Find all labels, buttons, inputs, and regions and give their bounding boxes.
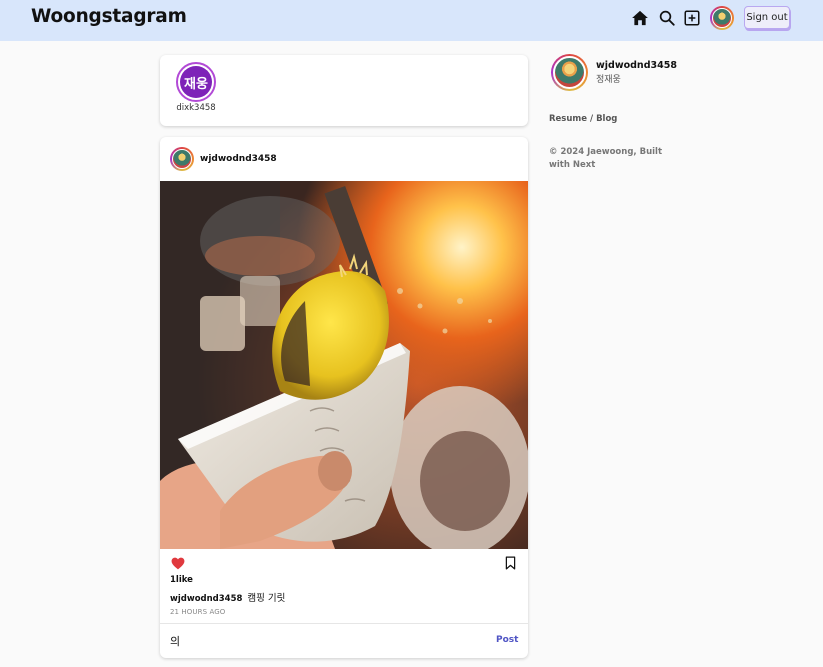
heart-icon[interactable] bbox=[171, 555, 185, 570]
avatar-image bbox=[553, 56, 586, 89]
plus-square-icon[interactable] bbox=[683, 9, 701, 27]
post-avatar[interactable] bbox=[170, 147, 194, 171]
sidebar-links: Resume / Blog bbox=[549, 114, 617, 124]
post-caption: wjdwodnd3458 캠핑 기릿 bbox=[170, 590, 285, 604]
story-username: dixk3458 bbox=[176, 103, 216, 113]
copyright-text: © 2024 Jaewoong, Built with Next bbox=[549, 147, 663, 170]
comment-form: Post bbox=[160, 623, 528, 658]
blog-link[interactable]: Blog bbox=[596, 114, 617, 124]
sidebar-real-name: 정재웅 bbox=[596, 75, 621, 85]
like-count: 1like bbox=[170, 575, 193, 585]
bookmark-icon[interactable] bbox=[505, 555, 516, 570]
resume-link[interactable]: Resume bbox=[549, 114, 587, 124]
app-logo[interactable]: Woongstagram bbox=[31, 6, 187, 27]
post-username[interactable]: wjdwodnd3458 bbox=[200, 154, 277, 164]
sidebar-username[interactable]: wjdwodnd3458 bbox=[596, 60, 677, 71]
avatar-image bbox=[712, 8, 732, 28]
top-header: Woongstagram Sign out bbox=[0, 0, 823, 41]
header-avatar[interactable] bbox=[710, 6, 734, 30]
post-comment-button[interactable]: Post bbox=[496, 635, 518, 645]
post-header: wjdwodnd3458 bbox=[170, 146, 277, 172]
avatar-image bbox=[172, 149, 192, 169]
story-avatar: 재웅 bbox=[180, 66, 212, 98]
sidebar-avatar[interactable] bbox=[551, 54, 588, 91]
search-icon[interactable] bbox=[658, 9, 676, 27]
post-card: wjdwodnd3458 1like wjdwodnd3458 캠핑 기릿 21… bbox=[160, 137, 528, 658]
post-image[interactable] bbox=[160, 181, 528, 549]
sign-out-button[interactable]: Sign out bbox=[744, 6, 790, 29]
comment-input[interactable] bbox=[170, 633, 490, 649]
caption-text: 캠핑 기릿 bbox=[247, 593, 286, 604]
story-ring: 재웅 bbox=[176, 62, 216, 102]
stories-card: 재웅 dixk3458 bbox=[160, 55, 528, 126]
link-separator: / bbox=[587, 114, 597, 124]
story-item[interactable]: 재웅 dixk3458 bbox=[175, 62, 217, 113]
sidebar-profile-text: wjdwodnd3458 정재웅 bbox=[596, 60, 677, 85]
caption-username[interactable]: wjdwodnd3458 bbox=[170, 594, 242, 604]
post-timestamp: 21 HOURS AGO bbox=[170, 608, 226, 616]
sidebar-profile: wjdwodnd3458 정재웅 bbox=[551, 54, 677, 91]
home-icon[interactable] bbox=[631, 9, 649, 27]
